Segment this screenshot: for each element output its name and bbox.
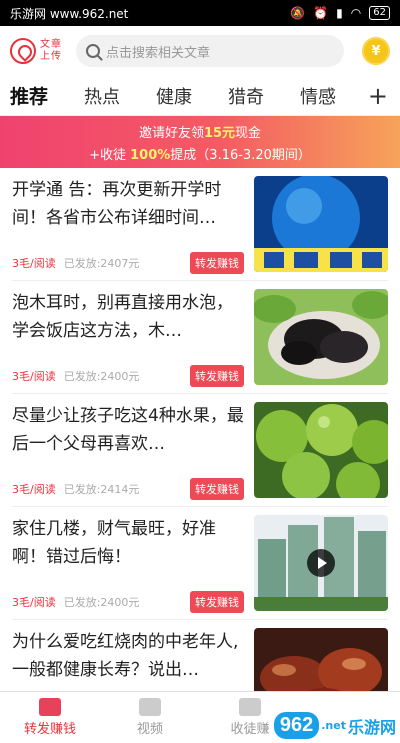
article-meta: 3毛/阅读 已发放:2407元 转发赚钱	[12, 252, 244, 274]
paid-amount: 已发放:2400元	[63, 370, 140, 383]
globe-image	[254, 176, 388, 272]
paid-amount: 已发放:2400元	[63, 596, 140, 609]
wifi-icon: ◠	[350, 6, 362, 20]
tab-recommend[interactable]: 推荐	[10, 82, 48, 109]
app-logo[interactable]: 文章 上传	[10, 38, 62, 64]
logo-icon	[10, 38, 36, 64]
article-item[interactable]: 泡木耳时，别再直接用水泡，学会饭店这方法，木… 3毛/阅读 已发放:2400元 …	[12, 281, 388, 394]
article-meta: 3毛/阅读 已发放:2414元 转发赚钱	[12, 478, 244, 500]
read-rate: 3毛/阅读	[12, 483, 56, 496]
category-tabs: 推荐 热点 健康 猎奇 情感 +	[0, 76, 400, 116]
status-icons: 🔕 ⏰ ▮ ◠ 62	[290, 6, 390, 20]
article-title: 泡木耳时，别再直接用水泡，学会饭店这方法，木…	[12, 293, 233, 341]
article-item[interactable]: 开学通 告：再次更新开学时间！各省市公布详细时间… 3毛/阅读 已发放:2407…	[12, 168, 388, 281]
article-meta: 3毛/阅读 已发放:2400元 转发赚钱	[12, 365, 244, 387]
search-icon	[86, 44, 100, 58]
search-input[interactable]: 点击搜索相关文章	[76, 35, 344, 67]
user-icon	[239, 698, 261, 716]
article-meta: 3毛/阅读 已发放:2400元 转发赚钱	[12, 591, 244, 613]
nav-video[interactable]: 视频	[100, 692, 200, 743]
share-earn-button[interactable]: 转发赚钱	[190, 252, 244, 274]
read-rate: 3毛/阅读	[12, 370, 56, 383]
play-icon[interactable]	[307, 549, 335, 577]
watermark-text: 乐游网	[347, 717, 396, 737]
tab-hot[interactable]: 热点	[84, 83, 120, 109]
watermark-badge: 962	[273, 712, 320, 739]
app-header: 文章 上传 点击搜索相关文章 ¥	[0, 26, 400, 76]
article-title: 为什么爱吃红烧肉的中老年人,一般都健康长寿？说出…	[12, 632, 239, 680]
search-placeholder: 点击搜索相关文章	[106, 45, 211, 61]
coin-button[interactable]: ¥	[362, 37, 390, 65]
status-site-label: 乐游网 www.962.net	[10, 6, 129, 21]
logo-text: 文章 上传	[40, 39, 62, 62]
banner-line-2: +收徒 100%提成（3.16-3.20期间）	[89, 147, 311, 163]
alarm-icon: ⏰	[313, 6, 329, 20]
video-icon	[139, 698, 161, 716]
invite-banner[interactable]: 邀请好友领15元现金 +收徒 100%提成（3.16-3.20期间）	[0, 116, 400, 168]
share-earn-button[interactable]: 转发赚钱	[190, 478, 244, 500]
nav-label: 转发赚钱	[23, 722, 76, 737]
tab-curious[interactable]: 猎奇	[228, 83, 264, 109]
share-earn-icon	[39, 698, 61, 716]
article-thumbnail[interactable]	[254, 402, 388, 498]
watermark-suffix: .net	[321, 719, 346, 732]
bottom-nav: 转发赚钱 视频 收徒赚 962 .net 乐游网	[0, 691, 400, 743]
nav-label: 视频	[136, 722, 163, 737]
watermark-logo: 962 .net 乐游网	[273, 712, 396, 739]
article-title: 尽量少让孩子吃这4种水果，最后一个父母再喜欢…	[12, 406, 244, 454]
article-title: 家住几楼，财气最旺，好准啊！错过后悔！	[12, 519, 216, 567]
tab-emotion[interactable]: 情感	[300, 83, 336, 109]
banner-line-1: 邀请好友领15元现金	[138, 125, 262, 141]
article-item[interactable]: 家住几楼，财气最旺，好准啊！错过后悔！ 3毛/阅读 已发放:2400元 转发赚钱	[12, 507, 388, 620]
paid-amount: 已发放:2414元	[63, 483, 140, 496]
share-earn-button[interactable]: 转发赚钱	[190, 591, 244, 613]
nav-label: 收徒赚	[230, 722, 270, 737]
article-item[interactable]: 尽量少让孩子吃这4种水果，最后一个父母再喜欢… 3毛/阅读 已发放:2414元 …	[12, 394, 388, 507]
fungus-image	[254, 289, 388, 385]
read-rate: 3毛/阅读	[12, 257, 56, 270]
tab-health[interactable]: 健康	[156, 83, 192, 109]
article-feed: 开学通 告：再次更新开学时间！各省市公布详细时间… 3毛/阅读 已发放:2407…	[0, 168, 400, 733]
share-earn-button[interactable]: 转发赚钱	[190, 365, 244, 387]
nav-share-earn[interactable]: 转发赚钱	[0, 692, 100, 743]
article-title: 开学通 告：再次更新开学时间！各省市公布详细时间…	[12, 180, 222, 228]
read-rate: 3毛/阅读	[12, 596, 56, 609]
article-thumbnail[interactable]	[254, 176, 388, 272]
add-tab-button[interactable]: +	[368, 82, 388, 110]
fruit-image	[254, 402, 388, 498]
signal-icon: ▮	[336, 6, 343, 20]
status-bar: 乐游网 www.962.net 🔕 ⏰ ▮ ◠ 62	[0, 0, 400, 26]
app-screen: 乐游网 www.962.net 🔕 ⏰ ▮ ◠ 62 文章 上传 点击搜索相关文…	[0, 0, 400, 743]
paid-amount: 已发放:2407元	[63, 257, 140, 270]
article-thumbnail[interactable]	[254, 289, 388, 385]
battery-icon: 62	[369, 6, 390, 20]
article-thumbnail[interactable]	[254, 515, 388, 611]
mute-icon: 🔕	[290, 6, 306, 20]
